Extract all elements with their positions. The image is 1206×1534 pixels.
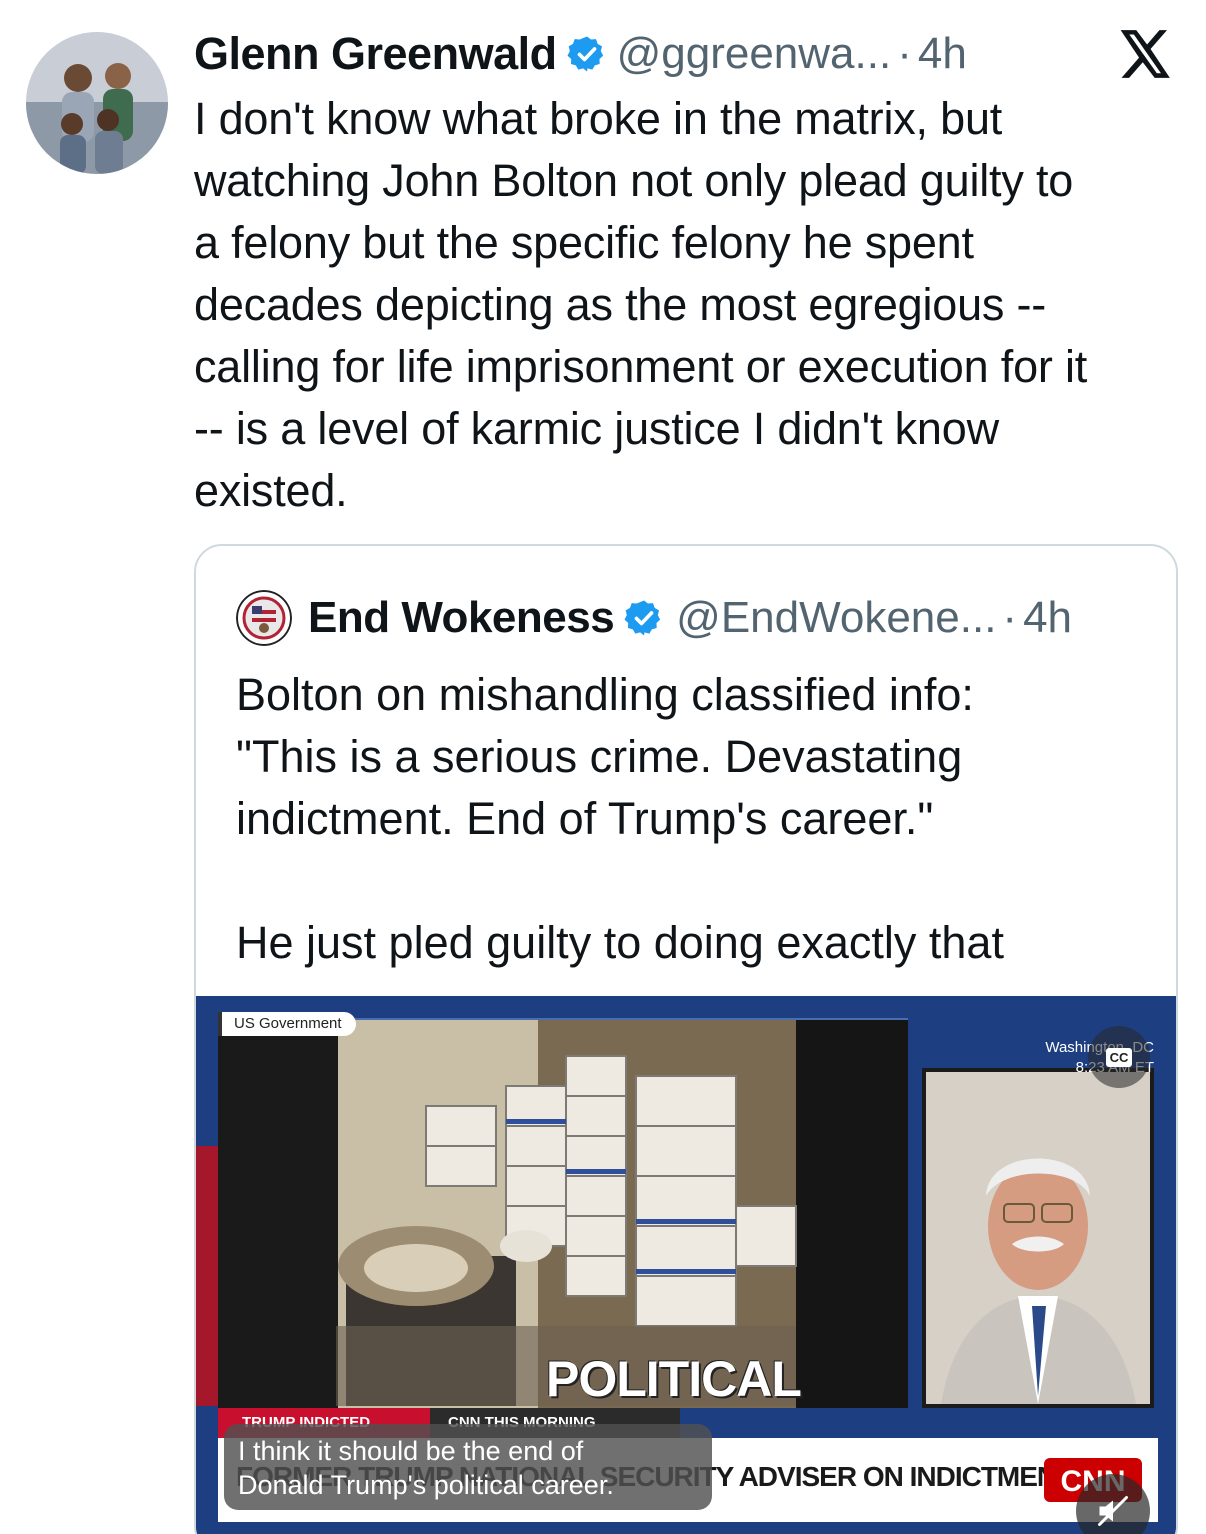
quoted-tweet-body: Bolton on mishandling classified info: "… [236, 664, 1156, 974]
author-handle[interactable]: @ggreenwa... [617, 29, 892, 79]
quoted-author-avatar[interactable] [236, 590, 292, 646]
tweet-body-line: decades depicting as the most egregious … [194, 279, 1047, 330]
verified-badge-icon [624, 600, 661, 636]
x-logo-icon [1120, 30, 1170, 78]
tweet-header: Glenn Greenwald @ggreenwa... · 4h [194, 28, 967, 80]
video-player[interactable]: US Government Washington, DC 8:23 AM ET … [196, 996, 1176, 1534]
author-avatar[interactable] [26, 32, 168, 174]
closed-captions-button[interactable]: CC [1088, 1026, 1150, 1088]
tweet-body-line: -- is a level of karmic justice I didn't… [194, 403, 999, 454]
quoted-body-line: indictment. End of Trump's career." [236, 793, 934, 844]
tweet-body-line: a felony but the specific felony he spen… [194, 217, 974, 268]
quoted-tweet-time[interactable]: 4h [1023, 593, 1072, 643]
separator-dot: · [1002, 593, 1018, 642]
tweet-body-line: calling for life imprisonment or executi… [194, 341, 1088, 392]
verified-badge-icon [567, 36, 603, 72]
tweet-body-line: existed. [194, 465, 348, 516]
tweet-body: I don't know what broke in the matrix, b… [194, 88, 1184, 522]
quoted-author-handle[interactable]: @EndWokene... [676, 593, 996, 643]
quoted-body-line: He just pled guilty to doing exactly tha… [236, 917, 1004, 968]
quoted-tweet-card[interactable]: End Wokeness @EndWokene... · 4h Bolton o… [194, 544, 1178, 1534]
cc-icon: CC [1105, 1047, 1133, 1067]
avatar-photo [26, 32, 168, 174]
caption-line: Donald Trump's political career. [238, 1470, 614, 1500]
quoted-body-line: Bolton on mishandling classified info: [236, 669, 974, 720]
tweet-time[interactable]: 4h [918, 29, 967, 79]
source-label: US Government [218, 1012, 356, 1036]
quoted-author-name[interactable]: End Wokeness [308, 593, 615, 643]
speaker-muted-icon [1098, 1496, 1128, 1526]
overlay-word: POLITICAL [546, 1351, 802, 1407]
caption-line: I think it should be the end of [238, 1436, 584, 1466]
tweet-body-line: watching John Bolton not only plead guil… [194, 155, 1074, 206]
author-name[interactable]: Glenn Greenwald [194, 28, 557, 80]
video-caption: I think it should be the end of Donald T… [224, 1424, 712, 1510]
quoted-body-line: "This is a serious crime. Devastating [236, 731, 963, 782]
separator-dot: · [897, 29, 912, 78]
quoted-tweet-header: End Wokeness @EndWokene... · 4h [236, 590, 1072, 646]
tweet-body-line: I don't know what broke in the matrix, b… [194, 93, 1003, 144]
